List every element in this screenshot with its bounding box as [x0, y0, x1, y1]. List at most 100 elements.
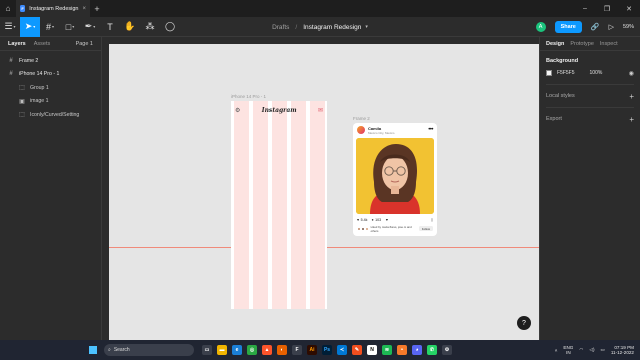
file-explorer-icon[interactable]: ▬ [217, 345, 227, 355]
layout-column [234, 101, 249, 309]
link-icon[interactable]: 🔗 [591, 23, 600, 31]
edge-icon[interactable]: e [232, 345, 242, 355]
chevron-down-icon: ▾ [93, 24, 96, 29]
pen-app-icon[interactable]: ✎ [352, 345, 362, 355]
tab-title: Instagram Redesign [29, 5, 79, 12]
clock[interactable]: 07:19 PM 11-12-2022 [611, 345, 634, 356]
background-title: Background [546, 58, 579, 64]
avatar[interactable]: A [535, 22, 546, 32]
hand-tool-button[interactable]: ✋ [120, 17, 140, 37]
iphone-frame-label[interactable]: iPhone 14 Pro - 1 [231, 94, 266, 99]
settings-icon[interactable]: ⚙ [235, 107, 240, 114]
layout-column [253, 101, 268, 309]
file-tab[interactable]: F Instagram Redesign × [16, 0, 90, 17]
add-style-icon[interactable]: + [629, 92, 634, 101]
instagram-logo: Instagram [261, 106, 297, 114]
layer-frame-2[interactable]: # Frame 2 [0, 54, 101, 68]
avatar [357, 126, 365, 134]
cursor-icon: ➤ [24, 21, 33, 31]
chrome-icon[interactable]: ◎ [247, 345, 257, 355]
brave-icon[interactable]: ▲ [262, 345, 272, 355]
vscode-icon[interactable]: ≺ [337, 345, 347, 355]
pen-icon: ✒ [84, 21, 93, 31]
title-bar: ⌂ F Instagram Redesign × + – ❐ ✕ [0, 0, 640, 17]
add-tab-button[interactable]: + [90, 4, 104, 14]
share-post-button[interactable]: ▼ [385, 218, 389, 222]
taskbar-search[interactable]: ⌕ Search [104, 344, 194, 356]
close-button[interactable]: ✕ [618, 5, 640, 13]
volume-icon[interactable]: ◁) [589, 347, 594, 353]
frame-2-label[interactable]: Frame 2 [353, 116, 370, 121]
windows-icon [89, 346, 97, 354]
minimize-button[interactable]: – [574, 5, 596, 12]
iphone-14-pro-frame[interactable]: ⚙ Instagram ✉ [231, 101, 327, 309]
whatsapp-icon[interactable]: ✆ [427, 345, 437, 355]
tab-layers[interactable]: Layers [8, 41, 26, 47]
text-tool-button[interactable]: T [100, 17, 120, 37]
start-button[interactable] [84, 340, 102, 360]
shape-tool-button[interactable]: □ ▾ [60, 17, 80, 37]
frame-tool-button[interactable]: # ▾ [40, 17, 60, 37]
rectangle-icon: □ [65, 21, 72, 32]
layer-iphone-14-pro[interactable]: # iPhone 14 Pro - 1 [0, 68, 101, 82]
local-styles-title: Local styles [546, 93, 575, 99]
firefox-icon[interactable]: ◐ [277, 345, 287, 355]
bg-color-value[interactable]: F5F5F5 [557, 70, 575, 76]
bookmark-button[interactable]: ▯ [431, 218, 433, 222]
present-icon[interactable]: ▷ [609, 23, 614, 31]
close-tab-icon[interactable]: × [82, 6, 86, 12]
bg-opacity-value[interactable]: 100% [590, 70, 603, 76]
chevron-up-icon[interactable]: ˄ [555, 348, 558, 353]
illustrator-icon[interactable]: Ai [307, 345, 317, 355]
layer-image-1[interactable]: ▣ image 1 [0, 95, 101, 109]
home-icon[interactable]: ⌂ [0, 0, 16, 17]
wifi-icon[interactable]: ◠ [579, 347, 583, 353]
file-name[interactable]: Instagram Redesign [303, 24, 361, 31]
notion-icon[interactable]: N [367, 345, 377, 355]
figma-taskbar-icon[interactable]: F [292, 345, 302, 355]
post-card-frame[interactable]: Camila Mexico City, Mexico ••• ♥ 5.4k ● … [353, 123, 437, 236]
tab-prototype[interactable]: Prototype [570, 41, 594, 47]
zoom-level[interactable]: 59% [623, 24, 634, 30]
move-tool-button[interactable]: ➤ ▾ [20, 16, 40, 37]
share-button[interactable]: Share [554, 21, 582, 33]
region-code: IN [566, 350, 571, 355]
background-fill-row[interactable]: F5F5F5 100% ◉ [546, 67, 634, 79]
blender-icon[interactable]: ◓ [397, 345, 407, 355]
messenger-icon[interactable]: ✉ [318, 107, 323, 114]
color-swatch[interactable] [546, 70, 552, 76]
resources-button[interactable]: ⁂ [140, 17, 160, 37]
maximize-button[interactable]: ❐ [596, 5, 618, 13]
eye-icon[interactable]: ◉ [629, 70, 634, 77]
photoshop-icon[interactable]: Ps [322, 345, 332, 355]
more-options-icon[interactable]: ••• [428, 127, 433, 133]
comment-button[interactable]: ● 103 [371, 218, 381, 222]
chevron-down-icon[interactable]: ▾ [365, 24, 368, 30]
like-button[interactable]: ♥ 5.4k [357, 218, 367, 222]
app-header: ⚙ Instagram ✉ [231, 105, 327, 115]
tab-inspect[interactable]: Inspect [600, 41, 618, 47]
layout-column [310, 101, 325, 309]
component-icon: ⬚ [19, 112, 25, 119]
layer-iconly-setting[interactable]: ⬚ Iconly/Curved/Setting [0, 108, 101, 122]
page-selector[interactable]: Page 1 [76, 41, 93, 47]
tab-assets[interactable]: Assets [34, 41, 51, 47]
follow-button[interactable]: Follow [418, 226, 434, 231]
main-menu-button[interactable]: ☰ ▾ [0, 17, 20, 37]
canvas[interactable]: iPhone 14 Pro - 1 ⚙ Instagram ✉ Frame 2 … [102, 37, 539, 340]
spotify-icon[interactable]: ≋ [382, 345, 392, 355]
tab-design[interactable]: Design [546, 41, 564, 47]
avatar [364, 226, 369, 231]
battery-icon[interactable]: ▭ [600, 347, 604, 353]
breadcrumb-drafts[interactable]: Drafts [272, 24, 289, 31]
help-button[interactable]: ? [517, 316, 531, 330]
comment-tool-button[interactable]: ◯ [160, 17, 180, 37]
settings-icon[interactable]: ⚙ [442, 345, 452, 355]
pen-tool-button[interactable]: ✒ ▾ [80, 17, 100, 37]
layer-group-1[interactable]: ⬚ Group 1 [0, 81, 101, 95]
discord-icon[interactable]: ◕ [412, 345, 422, 355]
language-indicator[interactable]: ENG IN [563, 345, 573, 355]
add-export-icon[interactable]: + [629, 115, 634, 124]
hand-icon: ✋ [124, 21, 136, 31]
task-view-icon[interactable]: ▭ [202, 345, 212, 355]
